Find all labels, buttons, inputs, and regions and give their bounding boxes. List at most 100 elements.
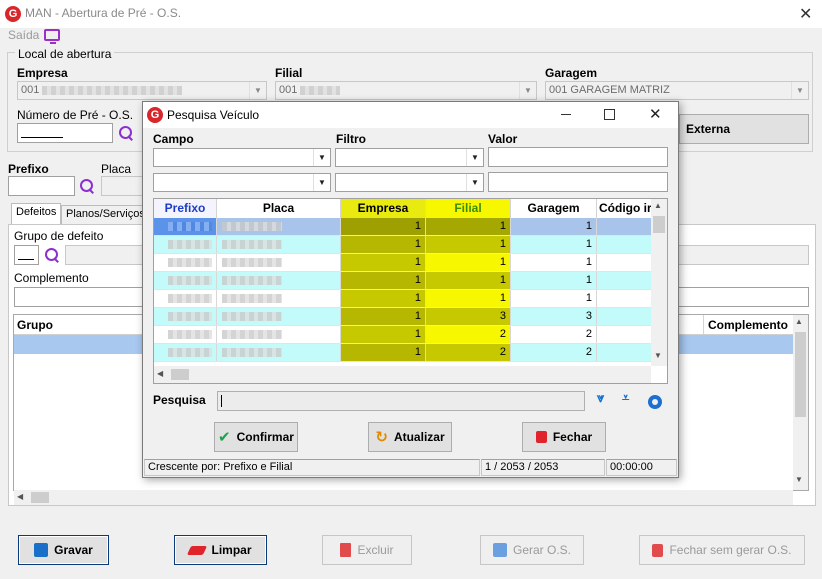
col-complemento: Complemento (703, 315, 793, 334)
prefixo-cell (154, 254, 217, 271)
table-row[interactable]: 1 1 1 (154, 290, 651, 308)
valor-label: Valor (488, 132, 518, 146)
save-icon (492, 543, 507, 557)
col-codigo[interactable]: Código ir (597, 199, 657, 218)
chevron-down-icon: ▼ (313, 174, 330, 191)
chevron-double-down-end-icon[interactable]: ⩡ (622, 390, 629, 406)
col-filial[interactable]: Filial (426, 199, 511, 218)
col-placa[interactable]: Placa (217, 199, 341, 218)
scroll-up-icon[interactable]: ▲ (654, 201, 662, 210)
numero-pre-os-input[interactable] (17, 123, 113, 143)
filtro-select-1[interactable]: ▼ (335, 148, 484, 167)
table-row[interactable]: 1 1 1 (154, 254, 651, 272)
scroll-thumb[interactable] (31, 492, 49, 503)
gravar-button[interactable]: Gravar (18, 535, 109, 565)
empresa-cell: 1 (341, 344, 426, 361)
filial-select[interactable]: 001 ▼ (275, 81, 537, 100)
placa-cell (217, 326, 341, 343)
vertical-scrollbar[interactable]: ▲ ▼ (651, 199, 667, 366)
empresa-cell: 1 (341, 236, 426, 253)
scroll-left-icon[interactable]: ◀ (157, 369, 163, 378)
garagem-cell: 1 (511, 236, 597, 253)
scroll-up-icon[interactable]: ▲ (795, 317, 803, 326)
check-icon: ✔ (218, 429, 231, 446)
campo-label: Campo (153, 132, 194, 146)
pesquisa-label: Pesquisa (153, 393, 206, 407)
close-icon[interactable]: ✕ (799, 4, 812, 24)
vertical-scrollbar[interactable]: ▲ ▼ (793, 315, 808, 490)
filial-cell: 1 (426, 290, 511, 307)
campo-select-1[interactable]: ▼ (153, 148, 331, 167)
filial-cell: 3 (426, 308, 511, 325)
empresa-select[interactable]: 001 ▼ (17, 81, 267, 100)
tab-defeitos[interactable]: Defeitos (11, 203, 62, 225)
empresa-cell: 1 (341, 218, 426, 235)
chevron-down-icon: ▼ (249, 82, 266, 99)
table-row[interactable]: 1 1 1 (154, 272, 651, 290)
empresa-cell: 1 (341, 308, 426, 325)
valor-input-2[interactable] (488, 172, 668, 192)
tab-planos-servicos[interactable]: Planos/Serviços (61, 205, 150, 225)
table-row[interactable]: 1 3 3 (154, 308, 651, 326)
table-row[interactable]: 1 1 1 (154, 218, 651, 236)
col-prefixo[interactable]: Prefixo (154, 199, 217, 218)
grupo-defeito-label: Grupo de defeito (14, 229, 104, 243)
filial-cell: 2 (426, 344, 511, 361)
chevron-down-icon: ▼ (791, 82, 808, 99)
col-empresa[interactable]: Empresa (341, 199, 426, 218)
campo-select-2[interactable]: ▼ (153, 173, 331, 192)
save-icon (34, 543, 49, 557)
limpar-button[interactable]: Limpar (174, 535, 267, 565)
garagem-label: Garagem (545, 66, 598, 80)
scroll-left-icon[interactable]: ◀ (17, 492, 23, 501)
horizontal-scrollbar[interactable]: ◀ (14, 490, 793, 505)
valor-input-1[interactable] (488, 147, 668, 167)
scroll-down-icon[interactable]: ▼ (654, 351, 662, 360)
gerar-os-button[interactable]: Gerar O.S. (480, 535, 584, 565)
gear-icon[interactable] (648, 395, 662, 409)
table-row[interactable]: 1 2 2 (154, 344, 651, 362)
scroll-thumb[interactable] (653, 216, 665, 233)
table-row[interactable]: 1 2 2 (154, 326, 651, 344)
table-row[interactable]: 1 1 1 (154, 236, 651, 254)
chevron-down-icon: ▼ (313, 149, 330, 166)
pesquisa-input[interactable] (217, 391, 585, 411)
placa-cell (217, 290, 341, 307)
eraser-icon (187, 545, 208, 555)
close-icon[interactable]: ✕ (649, 105, 662, 123)
filial-label: Filial (275, 66, 303, 80)
horizontal-scrollbar[interactable]: ◀ (154, 366, 651, 383)
codigo-cell (597, 344, 651, 361)
grupo-defeito-input[interactable] (14, 245, 39, 265)
search-icon[interactable] (118, 125, 134, 141)
search-icon[interactable] (79, 178, 95, 194)
prefixo-cell (154, 290, 217, 307)
col-garagem[interactable]: Garagem (511, 199, 597, 218)
scroll-thumb[interactable] (795, 332, 806, 417)
codigo-cell (597, 308, 651, 325)
search-icon[interactable] (44, 247, 60, 263)
scroll-thumb[interactable] (171, 369, 189, 380)
minimize-icon[interactable] (561, 114, 571, 115)
chevron-double-down-icon[interactable]: ⩔ (597, 390, 604, 406)
menu-saida[interactable]: Saída (8, 28, 39, 42)
filtro-select-2[interactable]: ▼ (335, 173, 484, 192)
fechar-button[interactable]: Fechar (522, 422, 606, 452)
garagem-cell: 1 (511, 218, 597, 235)
app-logo-icon: G (5, 6, 21, 22)
externa-button[interactable]: Externa (679, 114, 809, 144)
veiculos-grid[interactable]: Prefixo Placa Empresa Filial Garagem Cód… (153, 198, 668, 384)
monitor-icon[interactable] (44, 29, 60, 44)
prefixo-input[interactable] (8, 176, 75, 196)
maximize-icon[interactable] (604, 109, 615, 120)
dialog-title: Pesquisa Veículo (167, 108, 260, 122)
filial-cell: 1 (426, 272, 511, 289)
atualizar-button[interactable]: ↻ Atualizar (368, 422, 452, 452)
confirmar-button[interactable]: ✔ Confirmar (214, 422, 298, 452)
placa-input[interactable] (101, 176, 146, 196)
scroll-down-icon[interactable]: ▼ (795, 475, 803, 484)
trash-icon (340, 543, 352, 557)
excluir-button[interactable]: Excluir (322, 535, 412, 565)
fechar-sem-gerar-button[interactable]: Fechar sem gerar O.S. (639, 535, 805, 565)
garagem-select[interactable]: 001 GARAGEM MATRIZ ▼ (545, 81, 809, 100)
